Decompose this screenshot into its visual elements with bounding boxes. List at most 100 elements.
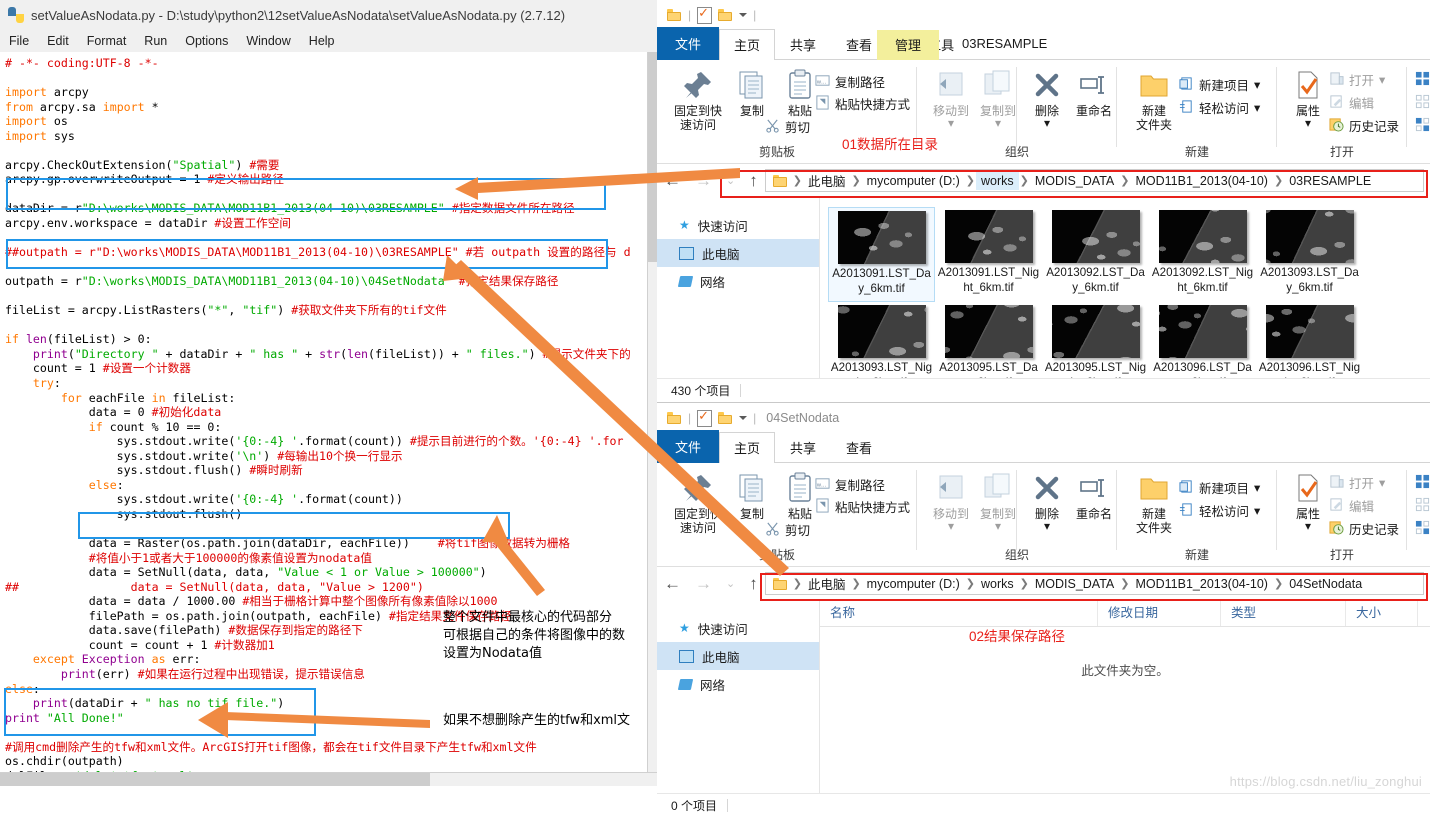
new-item-button[interactable]: 新建项目 ▾ xyxy=(1179,75,1260,94)
menu-run[interactable]: Run xyxy=(135,32,176,50)
easy-access-button[interactable]: 轻松访问 ▾ xyxy=(1179,98,1260,117)
quick-access-toolbar-bottom[interactable]: | | 04SetNodata xyxy=(657,403,1430,433)
breadcrumb-bottom[interactable]: ❯ 此电脑 ❯ mycomputer (D:) ❯ works ❯ MODIS_… xyxy=(764,572,1424,595)
up-button[interactable]: ↑ xyxy=(742,574,765,594)
crumb-sep-3[interactable]: ❯ xyxy=(1019,577,1030,590)
up-button[interactable]: ↑ xyxy=(742,171,765,191)
column-name[interactable]: 名称 xyxy=(820,600,1098,626)
contextual-tab-manage[interactable]: 管理 xyxy=(877,30,940,60)
crumb-modis-data[interactable]: MODIS_DATA xyxy=(1030,575,1119,593)
menu-edit[interactable]: Edit xyxy=(38,32,78,50)
crumb-mycomputer[interactable]: mycomputer (D:) xyxy=(862,575,965,593)
editor-horizontal-scrollbar[interactable] xyxy=(0,772,657,786)
editor-vscroll-thumb[interactable] xyxy=(648,52,657,262)
easy-access-button[interactable]: 轻松访问 ▾ xyxy=(1179,501,1260,520)
select-all-button[interactable]: 全部选择 xyxy=(1415,70,1430,89)
back-button[interactable]: ← xyxy=(657,171,688,191)
crumb-this-pc[interactable]: 此电脑 xyxy=(803,169,851,192)
recent-locations-icon[interactable]: ⌄ xyxy=(719,174,742,187)
crumb-sep-2[interactable]: ❯ xyxy=(965,577,976,590)
menu-file[interactable]: File xyxy=(0,32,38,50)
paste-shortcut-button[interactable]: 粘贴快捷方式 xyxy=(815,497,910,516)
select-all-button[interactable]: 全部选择 xyxy=(1415,473,1430,492)
properties-icon[interactable] xyxy=(697,5,713,24)
column-type[interactable]: 类型 xyxy=(1221,600,1346,626)
forward-button[interactable]: → xyxy=(688,574,719,594)
new-folder-icon[interactable] xyxy=(718,412,733,424)
tab-share[interactable]: 共享 xyxy=(775,29,831,60)
history-button[interactable]: 历史记录 xyxy=(1329,116,1399,135)
crumb-this-pc[interactable]: 此电脑 xyxy=(803,572,851,595)
column-headers[interactable]: 名称 修改日期 类型 大小 xyxy=(820,600,1430,627)
menu-options[interactable]: Options xyxy=(176,32,237,50)
crumb-mod11b1[interactable]: MOD11B1_2013(04-10) xyxy=(1130,172,1272,190)
crumb-works[interactable]: works xyxy=(975,171,1019,190)
pin-to-quick-access-button[interactable]: 固定到快 速访问 xyxy=(669,471,727,535)
crumb-mod11b1[interactable]: MOD11B1_2013(04-10) xyxy=(1130,575,1272,593)
nav-this-pc[interactable]: 此电脑 xyxy=(657,239,819,267)
tab-share[interactable]: 共享 xyxy=(775,432,831,463)
recent-locations-icon[interactable]: ⌄ xyxy=(719,577,742,590)
quick-access-toolbar-top[interactable]: | | xyxy=(657,0,1430,30)
rename-button[interactable]: 重命名 xyxy=(1065,471,1123,521)
file-item[interactable]: A2013091.LST_Night_6km.tif xyxy=(935,207,1042,302)
editor-hscroll-thumb[interactable] xyxy=(0,773,430,786)
crumb-sep-4[interactable]: ❯ xyxy=(1119,174,1130,187)
tab-file[interactable]: 文件 xyxy=(657,430,720,463)
crumb-03resample[interactable]: 03RESAMPLE xyxy=(1284,172,1376,190)
new-item-caret[interactable]: ▾ xyxy=(1254,480,1260,495)
edit-button[interactable]: 编辑 xyxy=(1329,496,1374,515)
new-folder-icon[interactable] xyxy=(718,9,733,21)
file-item[interactable]: A2013092.LST_Night_6km.tif xyxy=(1149,207,1256,302)
nav-quick-access[interactable]: ★ 快速访问 xyxy=(657,211,819,239)
nav-this-pc[interactable]: 此电脑 xyxy=(657,642,819,670)
select-none-button[interactable]: 全部取消 xyxy=(1415,93,1430,112)
easy-access-caret[interactable]: ▾ xyxy=(1254,503,1260,518)
nav-quick-access[interactable]: ★ 快速访问 xyxy=(657,614,819,642)
delete-caret[interactable]: ▾ xyxy=(1018,519,1076,533)
editor-vertical-scrollbar[interactable] xyxy=(647,52,657,780)
new-item-caret[interactable]: ▾ xyxy=(1254,77,1260,92)
delete-caret[interactable]: ▾ xyxy=(1018,116,1076,130)
code-editor-area[interactable]: # -*- coding:UTF-8 -*- import arcpy from… xyxy=(0,52,648,780)
open-caret[interactable]: ▾ xyxy=(1379,475,1385,490)
forward-button[interactable]: → xyxy=(688,171,719,191)
file-item[interactable]: A2013092.LST_Day_6km.tif xyxy=(1042,207,1149,302)
cut-button[interactable]: 剪切 xyxy=(765,520,810,539)
ribbon-tabs-bottom[interactable]: 文件 主页 共享 查看 xyxy=(657,430,1430,463)
file-item[interactable]: A2013091.LST_Day_6km.tif xyxy=(828,207,935,302)
crumb-sep-5[interactable]: ❯ xyxy=(1273,577,1284,590)
tab-file[interactable]: 文件 xyxy=(657,27,720,60)
open-caret[interactable]: ▾ xyxy=(1379,72,1385,87)
crumb-sep-1[interactable]: ❯ xyxy=(850,577,861,590)
select-none-button[interactable]: 全部取消 xyxy=(1415,496,1430,515)
navigation-pane-top[interactable]: ★ 快速访问 此电脑 网络 xyxy=(657,197,820,402)
nav-network[interactable]: 网络 xyxy=(657,670,819,698)
crumb-04setnodata[interactable]: 04SetNodata xyxy=(1284,575,1367,593)
file-item[interactable]: A2013093.LST_Day_6km.tif xyxy=(1256,207,1363,302)
history-button[interactable]: 历史记录 xyxy=(1329,519,1399,538)
edit-button[interactable]: 编辑 xyxy=(1329,93,1374,112)
menu-help[interactable]: Help xyxy=(300,32,344,50)
breadcrumb-top[interactable]: ❯ 此电脑 ❯ mycomputer (D:) ❯ works ❯ MODIS_… xyxy=(764,169,1424,192)
tab-home[interactable]: 主页 xyxy=(719,29,776,60)
properties-icon[interactable] xyxy=(697,408,713,427)
navigation-pane-bottom[interactable]: ★ 快速访问 此电脑 网络 xyxy=(657,600,820,817)
crumb-mycomputer[interactable]: mycomputer (D:) xyxy=(862,172,965,190)
column-size[interactable]: 大小 xyxy=(1346,600,1418,626)
open-button[interactable]: 打开 ▾ xyxy=(1329,70,1385,89)
chevron-down-icon[interactable] xyxy=(739,13,748,17)
rename-button[interactable]: 重命名 xyxy=(1065,68,1123,118)
crumb-sep-1[interactable]: ❯ xyxy=(850,174,861,187)
column-date-modified[interactable]: 修改日期 xyxy=(1098,600,1221,626)
crumb-sep-4[interactable]: ❯ xyxy=(1119,577,1130,590)
invert-selection-button[interactable]: 反向选择 xyxy=(1415,519,1430,538)
paste-shortcut-button[interactable]: 粘贴快捷方式 xyxy=(815,94,910,113)
crumb-modis-data[interactable]: MODIS_DATA xyxy=(1030,172,1119,190)
pin-to-quick-access-button[interactable]: 固定到快 速访问 xyxy=(669,68,727,132)
copy-path-button[interactable]: w… 复制路径 xyxy=(815,72,885,91)
crumb-sep-5[interactable]: ❯ xyxy=(1273,174,1284,187)
open-button[interactable]: 打开 ▾ xyxy=(1329,473,1385,492)
tab-view[interactable]: 查看 xyxy=(831,432,887,463)
crumb-sep-3[interactable]: ❯ xyxy=(1019,174,1030,187)
